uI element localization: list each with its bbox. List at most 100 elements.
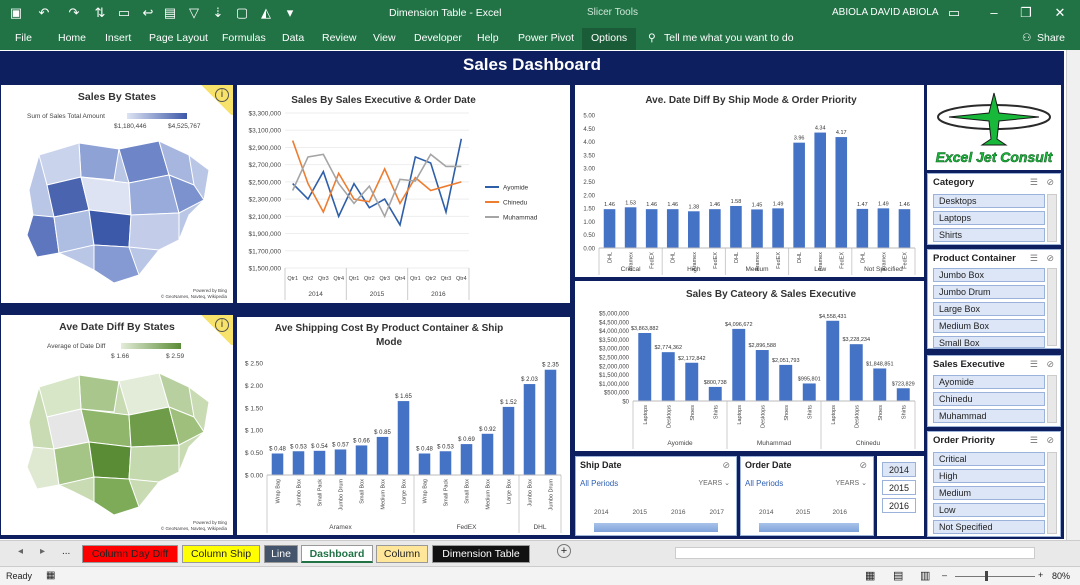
map-sales-by-states[interactable]: Sales By States i Sum of Sales Total Amo…: [1, 85, 233, 303]
ribbon-display-icon[interactable]: ▭: [946, 5, 962, 21]
slicer-item[interactable]: Ayomide: [933, 375, 1045, 389]
zoom-slider-thumb[interactable]: [985, 571, 988, 581]
slicer-item[interactable]: Low: [933, 503, 1045, 517]
tab-formulas[interactable]: Formulas: [222, 32, 266, 44]
sheet-tab-column-day-diff[interactable]: Column Day Diff: [82, 545, 178, 563]
user-name[interactable]: ABIOLA DAVID ABIOLA: [832, 7, 939, 18]
horizontal-scrollbar[interactable]: [675, 547, 1035, 559]
multi-select-icon[interactable]: ☰: [1030, 359, 1038, 370]
chart-date-diff[interactable]: Ave. Date Diff By Ship Mode & Order Prio…: [575, 85, 924, 277]
normal-view-icon[interactable]: ▦: [865, 569, 875, 582]
sort-asc-icon[interactable]: ⇣: [210, 5, 226, 21]
tab-developer[interactable]: Developer: [414, 32, 462, 44]
tab-help[interactable]: Help: [477, 32, 499, 44]
slicer-scrollbar[interactable]: [1047, 375, 1057, 423]
info-badge[interactable]: i: [199, 315, 233, 345]
tab-file[interactable]: File: [15, 32, 32, 44]
sheet-tab-dimension-table[interactable]: Dimension Table: [432, 545, 530, 563]
slicer-item[interactable]: Muhammad: [933, 409, 1045, 423]
slicer-scrollbar[interactable]: [1047, 194, 1057, 242]
tab-data[interactable]: Data: [282, 32, 304, 44]
tab-view[interactable]: View: [373, 32, 396, 44]
clear-filter-icon[interactable]: ⊘: [1046, 177, 1054, 188]
slicer-item[interactable]: Small Box: [933, 336, 1045, 348]
page-layout-view-icon[interactable]: ▤: [893, 569, 903, 582]
slicer-item[interactable]: Jumbo Box: [933, 268, 1045, 282]
slicer-scrollbar[interactable]: [1047, 452, 1057, 534]
multi-select-icon[interactable]: ☰: [1030, 435, 1038, 446]
timeline-unit-select[interactable]: YEARS ⌄: [835, 479, 867, 487]
minimize-icon[interactable]: –: [986, 5, 1002, 21]
tab-scroll-left-icon[interactable]: ◂: [18, 546, 23, 557]
share-icon[interactable]: ⚇: [1022, 32, 1031, 44]
restore-icon[interactable]: ❐: [1018, 5, 1034, 21]
chart-sales-by-executive[interactable]: Sales By Sales Executive & Order Date $3,…: [237, 85, 570, 303]
year-button[interactable]: 2015: [882, 480, 916, 495]
timeline-unit-select[interactable]: YEARS ⌄: [698, 479, 730, 487]
chart-shipping-cost[interactable]: Ave Shipping Cost By Product Container &…: [237, 317, 570, 535]
tab-insert[interactable]: Insert: [105, 32, 131, 44]
timeline-order-date[interactable]: Order Date ⊘ All Periods YEARS ⌄ 2014 201…: [740, 456, 874, 536]
slicer-item[interactable]: Jumbo Drum: [933, 285, 1045, 299]
zoom-slider[interactable]: [955, 576, 1035, 577]
sheet-tab-dashboard[interactable]: Dashboard: [301, 545, 373, 563]
add-sheet-icon[interactable]: +: [557, 544, 571, 558]
more-tabs-ellipsis[interactable]: ...: [62, 546, 70, 557]
multi-select-icon[interactable]: ☰: [1030, 253, 1038, 264]
sort-icon[interactable]: ⇅: [92, 5, 108, 21]
tab-home[interactable]: Home: [58, 32, 86, 44]
sheet-tab-line[interactable]: Line: [264, 545, 298, 563]
slicer-item[interactable]: Desktops: [933, 194, 1045, 208]
share-button[interactable]: Share: [1037, 32, 1065, 44]
tab-power-pivot[interactable]: Power Pivot: [518, 32, 574, 44]
map-date-diff-by-states[interactable]: Ave Date Diff By States i Average of Dat…: [1, 315, 233, 535]
slicer-item[interactable]: Chinedu: [933, 392, 1045, 406]
paste-icon[interactable]: ▢: [234, 5, 250, 21]
clear-filter-icon[interactable]: ⊘: [1046, 253, 1054, 264]
year-button[interactable]: 2016: [882, 498, 916, 513]
slicer-scrollbar[interactable]: [1047, 268, 1057, 346]
clear-filter-icon[interactable]: ⊘: [722, 460, 730, 471]
clear-filter-icon[interactable]: ⊘: [1046, 435, 1054, 446]
undo-icon[interactable]: ↶: [36, 5, 52, 21]
tab-scroll-right-icon[interactable]: ▸: [40, 546, 45, 557]
redo-icon[interactable]: ↷: [66, 5, 82, 21]
filter-icon[interactable]: ▽: [186, 5, 202, 21]
tell-me-input[interactable]: Tell me what you want to do: [664, 32, 794, 44]
zoom-in-icon[interactable]: +: [1038, 570, 1043, 580]
slicer-item[interactable]: Medium: [933, 486, 1045, 500]
tab-options[interactable]: Options: [591, 32, 627, 44]
sheet-tab-column[interactable]: Column: [376, 545, 428, 563]
clear-filter-icon[interactable]: ⊘: [859, 460, 867, 471]
comment-icon[interactable]: ▭: [116, 5, 132, 21]
chart-sales-by-category[interactable]: Sales By Cateory & Sales Executive $5,000…: [575, 281, 924, 451]
slicer-item[interactable]: Shirts: [933, 228, 1045, 242]
macro-record-icon[interactable]: ▦: [46, 570, 55, 581]
timeline-range-bar[interactable]: [594, 523, 718, 532]
year-button[interactable]: 2014: [882, 462, 916, 477]
page-break-view-icon[interactable]: ▥: [920, 569, 930, 582]
slicer-item[interactable]: Laptops: [933, 211, 1045, 225]
customize-icon[interactable]: ▾: [282, 5, 298, 21]
slicer-item[interactable]: Not Specified: [933, 520, 1045, 534]
slicer-item[interactable]: Large Box: [933, 302, 1045, 316]
slicer-item[interactable]: High: [933, 469, 1045, 483]
tab-review[interactable]: Review: [322, 32, 356, 44]
clear-filter-icon[interactable]: ⊘: [1046, 359, 1054, 370]
timeline-range-bar[interactable]: [759, 523, 859, 532]
zoom-level[interactable]: 80%: [1052, 571, 1070, 581]
reply-icon[interactable]: ↩: [140, 5, 156, 21]
save-icon[interactable]: ▣: [8, 5, 24, 21]
multi-select-icon[interactable]: ☰: [1030, 177, 1038, 188]
slicer-item[interactable]: Critical: [933, 452, 1045, 466]
sheet-tab-column-ship[interactable]: Column Ship: [182, 545, 260, 563]
slicer-item[interactable]: Medium Box: [933, 319, 1045, 333]
shapes-icon[interactable]: ◭: [258, 5, 274, 21]
timeline-ship-date[interactable]: Ship Date ⊘ All Periods YEARS ⌄ 2014 2015…: [575, 456, 737, 536]
info-badge[interactable]: i: [199, 85, 233, 115]
vertical-scrollbar[interactable]: [1066, 50, 1080, 540]
floppy-icon[interactable]: ▤: [162, 5, 178, 21]
close-icon[interactable]: ✕: [1052, 5, 1068, 21]
tab-page-layout[interactable]: Page Layout: [149, 32, 208, 44]
zoom-out-icon[interactable]: –: [942, 570, 947, 580]
